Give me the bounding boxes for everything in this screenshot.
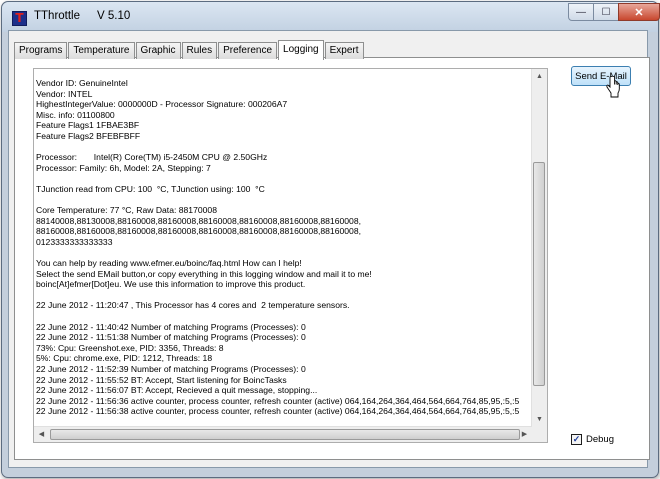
log-line: Processor: Family: 6h, Model: 2A, Steppi… [36,162,211,173]
scroll-right-arrow-icon[interactable]: ▶ [517,427,532,442]
hand-cursor-icon [606,76,620,98]
log-line: 88140008,88130008,88160008,88160008,8816… [36,215,361,226]
horizontal-scroll-thumb[interactable] [50,429,520,440]
log-line: Vendor: INTEL [36,88,93,99]
log-line: 88160008,88160008,88160008,88160008,8816… [36,226,361,237]
scroll-down-arrow-icon[interactable]: ▼ [532,412,547,427]
log-line: Vendor ID: GenuineIntel [36,78,128,88]
scroll-up-arrow-icon[interactable]: ▲ [532,69,547,84]
log-line: 0123333333333333 [36,236,113,247]
tab-graphic[interactable]: Graphic [135,42,181,59]
tab-programs[interactable]: Programs [14,42,68,59]
log-line: 22 June 2012 - 11:56:38 active counter, … [36,406,520,417]
log-line: HighestIntegerValue: 0000000D - Processo… [36,99,288,110]
log-line: Select the send EMail button,or copy eve… [36,268,372,279]
log-content[interactable]: Vendor ID: GenuineIntel Vendor: INTEL High… [36,78,546,423]
horizontal-scrollbar[interactable]: ◀ ▶ [34,426,532,442]
log-line: 22 June 2012 - 11:55:52 BT: Accept, Star… [36,374,287,385]
tab-rules[interactable]: Rules [181,42,218,59]
tab-bar: Programs Temperature Graphic Rules Prefe… [14,40,365,60]
log-line: Core Temperature: 77 °C, Raw Data: 88170… [36,205,217,216]
log-line: 22 June 2012 - 11:51:38 Number of matchi… [36,332,306,343]
debug-checkbox-row[interactable]: ✓ Debug [571,434,614,445]
log-line: 22 June 2012 - 11:56:36 active counter, … [36,395,520,406]
scroll-left-arrow-icon[interactable]: ◀ [34,427,49,442]
title-bar[interactable]: T TThrottle V 5.10 — ☐ ✕ [2,2,660,32]
vertical-scrollbar[interactable]: ▲ ▼ [531,69,547,427]
log-line: You can help by reading www.efmer.eu/boi… [36,258,302,269]
logging-textbox[interactable]: Vendor ID: GenuineIntel Vendor: INTEL High… [33,68,548,443]
log-line: 5%: Cpu: chrome.exe, PID: 1212, Threads:… [36,353,213,364]
log-line: Misc. info: 01100800 [36,109,115,120]
tab-temperature[interactable]: Temperature [68,42,135,59]
log-line: Feature Flags2 BFEBFBFF [36,130,141,141]
log-line: 22 June 2012 - 11:56:07 BT: Accept, Reci… [36,385,318,396]
app-icon-letter: T [15,11,24,25]
log-line: 22 June 2012 - 11:52:39 Number of matchi… [36,364,306,375]
log-line: boinc[At]efmer[Dot]eu. We use this infor… [36,279,306,290]
send-email-button[interactable]: Send E-Mail [571,66,631,86]
log-line: Feature Flags1 1FBAE3BF [36,120,140,131]
debug-checkbox[interactable]: ✓ [571,434,582,445]
close-icon: ✕ [634,6,644,19]
tab-logging[interactable]: Logging [278,40,324,60]
vertical-scroll-thumb[interactable] [533,162,545,386]
log-line: 73%: Cpu: Greenshot.exe, PID: 3356, Thre… [36,342,224,353]
log-line: 22 June 2012 - 11:20:47 , This Processor… [36,300,350,311]
scrollbar-corner [532,427,547,442]
tab-preference[interactable]: Preference [218,42,278,59]
debug-label: Debug [586,434,614,445]
checkmark-icon: ✓ [572,434,581,444]
tab-expert[interactable]: Expert [324,42,364,59]
log-line: TJunction read from CPU: 100 °C, TJuncti… [36,183,265,194]
maximize-button[interactable]: ☐ [593,3,619,21]
log-line: Processor: Intel(R) Core(TM) i5-2450M CP… [36,152,268,163]
log-line: 22 June 2012 - 11:40:42 Number of matchi… [36,321,306,332]
close-button[interactable]: ✕ [618,3,660,21]
tthrottle-logo-icon: T [12,11,27,26]
window-version: V 5.10 [97,10,131,22]
minimize-button[interactable]: — [568,3,594,21]
maximize-icon: ☐ [601,6,611,18]
window-title: TThrottle [34,10,81,22]
minimize-icon: — [576,6,586,18]
